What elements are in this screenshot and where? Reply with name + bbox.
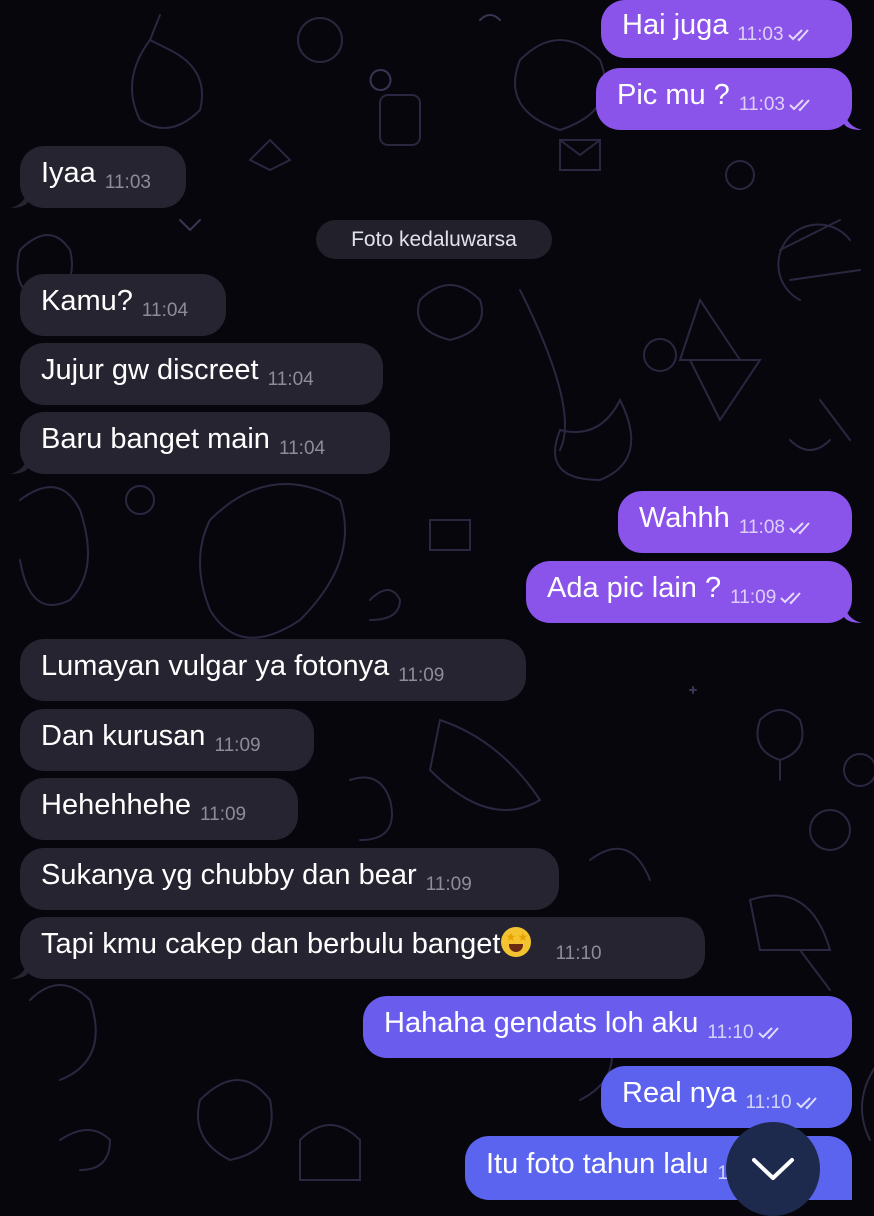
message-meta: 11:04 [268,369,314,391]
incoming-message[interactable]: Hehehhehe 11:09 [20,778,298,840]
scroll-to-bottom-button[interactable] [726,1122,820,1216]
incoming-message[interactable]: Jujur gw discreet 11:04 [20,343,383,405]
incoming-message[interactable]: Kamu? 11:04 [20,274,226,336]
message-text: Lumayan vulgar ya fotonya [41,649,390,682]
message-time: 11:10 [555,943,602,964]
message-meta: 11:04 [142,300,188,322]
message-time: 11:04 [267,369,314,390]
message-time: 11:10 [707,1022,754,1043]
message-text: Ada pic lain ? [547,571,722,604]
double-check-icon [757,1027,779,1040]
message-meta: 11:09 [426,874,472,896]
message-text: Itu foto tahun lalu [486,1147,709,1180]
incoming-message[interactable]: Sukanya yg chubby dan bear 11:09 [20,848,559,910]
message-meta: 11:04 [279,438,325,460]
message-text: Wahhh [639,501,730,534]
message-time: 11:08 [738,517,785,538]
bubble-tail [844,110,862,130]
message-text: Hahaha gendats loh aku [384,1006,699,1039]
message-text: Hehehhehe [41,788,191,821]
chat-history: Foto kedaluwarsa Hai juga 11:03 Pic mu ?… [0,0,874,1216]
incoming-message[interactable]: Iyaa 11:03 [10,146,186,208]
message-text: Iyaa [41,156,96,189]
bubble-tail [10,959,28,979]
message-text: Tapi kmu cakep dan berbulu banget [41,927,501,960]
star-struck-emoji [501,926,532,957]
message-time: 11:09 [199,804,247,825]
outgoing-message[interactable]: Pic mu ? 11:03 [596,68,862,130]
message-text: Dan kurusan [41,719,206,752]
message-meta: 11:09 [214,735,260,757]
double-check-icon [789,99,810,112]
message-text: Pic mu ? [617,78,730,111]
message-time: 11:03 [104,172,151,193]
expired-photo-notice: Foto kedaluwarsa [316,220,552,259]
outgoing-message[interactable]: Real nya 11:10 [601,1066,852,1128]
bubble-tail [10,454,28,474]
message-time: 11:10 [745,1092,792,1113]
message-meta: 11:09 [730,587,806,609]
message-time: 11:09 [730,587,777,608]
message-meta: 11:09 [200,804,246,826]
outgoing-message[interactable]: Ada pic lain ? 11:09 [526,561,862,623]
message-time: 11:09 [214,735,261,756]
message-time: 11:03 [737,24,784,45]
incoming-message[interactable]: Lumayan vulgar ya fotonya 11:09 [20,639,526,701]
message-text: Jujur gw discreet [41,353,259,386]
bubble-tail [844,603,862,623]
message-text: Baru banget main [41,422,270,455]
message-meta: 11:10 [707,1022,783,1044]
message-time: 11:04 [278,438,326,459]
message-time: 11:04 [141,300,189,321]
double-check-icon [787,29,809,42]
message-meta: 11:03 [105,172,151,194]
message-text: Real nya [622,1076,737,1109]
message-meta: 11:10 [555,943,601,965]
double-check-icon [795,1097,817,1110]
message-meta: 11:08 [739,517,815,539]
message-content: Tapi kmu cakep dan berbulu banget [41,926,532,961]
message-meta: 11:03 [739,94,815,116]
message-meta: 11:03 [737,24,813,46]
service-message-text: Foto kedaluwarsa [351,227,517,251]
double-check-icon [789,522,810,535]
message-meta: 11:09 [398,665,444,687]
message-meta: 11:10 [745,1092,821,1114]
outgoing-message[interactable]: Hai juga 11:03 [601,0,852,58]
bubble-tail [10,188,28,208]
outgoing-message[interactable]: Hahaha gendats loh aku 11:10 [363,996,852,1058]
message-time: 11:03 [738,94,785,115]
chevron-down-icon [752,1158,794,1180]
message-text: Sukanya yg chubby dan bear [41,858,417,891]
incoming-message[interactable]: Tapi kmu cakep dan berbulu banget 11:10 [10,917,705,979]
message-text: Hai juga [622,8,729,41]
double-check-icon [780,592,802,605]
incoming-message[interactable]: Dan kurusan 11:09 [20,709,314,771]
message-time: 11:09 [425,874,472,895]
incoming-message[interactable]: Baru banget main 11:04 [10,412,390,474]
message-text: Kamu? [41,284,133,317]
outgoing-message[interactable]: Wahhh 11:08 [618,491,852,553]
message-time: 11:09 [398,665,445,686]
